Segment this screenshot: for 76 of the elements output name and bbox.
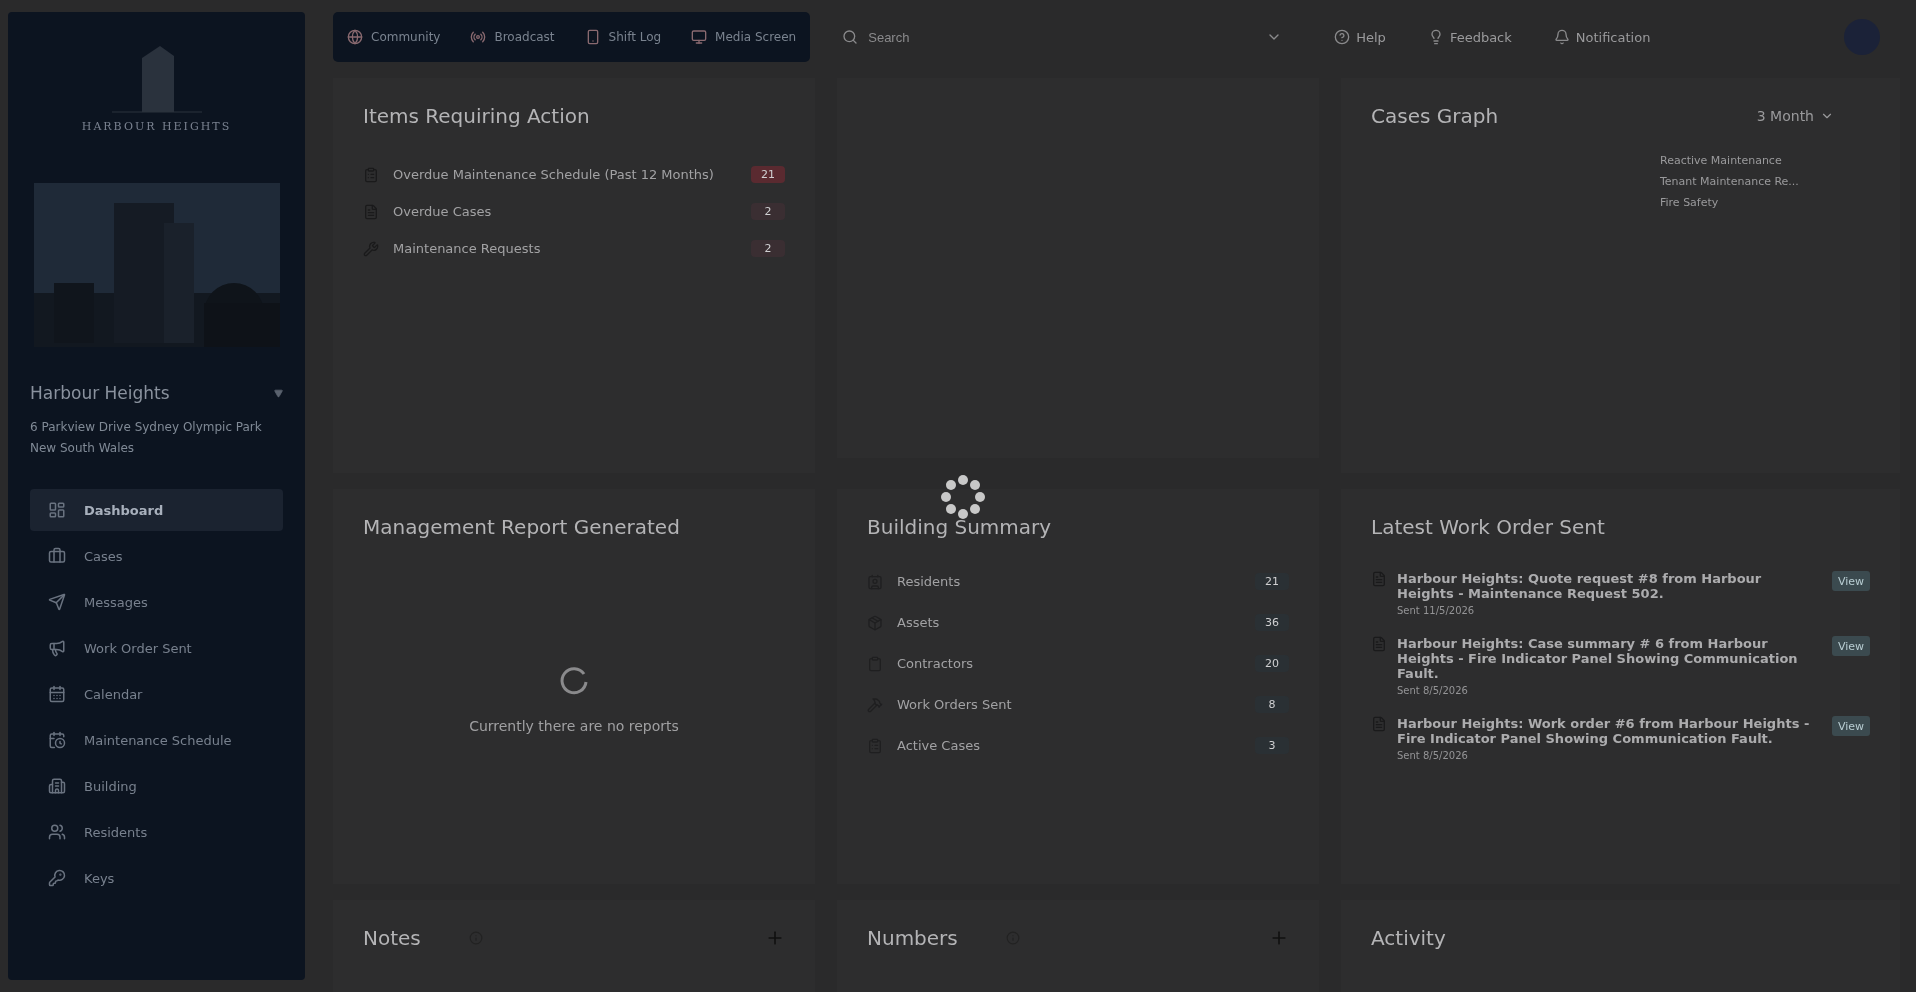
building-icon: [48, 777, 66, 795]
logo-icon: [111, 44, 202, 114]
count-badge: 36: [1255, 614, 1289, 631]
work-order-title[interactable]: Harbour Heights: Quote request #8 from Harbour Heights - Maintenance Request 502.: [1397, 571, 1822, 601]
count-badge: 8: [1255, 696, 1289, 713]
dropdown-icon[interactable]: [274, 388, 283, 398]
action-item[interactable]: Overdue Maintenance Schedule (Past 12 Months): [393, 167, 737, 182]
card-title: Cases Graph: [1371, 104, 1499, 128]
card-title: Latest Work Order Sent: [1371, 515, 1606, 539]
sidebar-item[interactable]: Building: [30, 765, 283, 807]
search-field[interactable]: Search: [866, 28, 1259, 46]
work-order-date: Sent 8/5/2026: [1397, 685, 1469, 696]
empty-message: Currently there are no reports: [469, 717, 679, 734]
count-badge: 2: [751, 240, 785, 257]
dashboard-icon: [48, 501, 66, 519]
megaphone-icon: [48, 639, 66, 657]
building-address: 6 Parkview Drive Sydney Olympic Park New South Wales: [30, 419, 263, 457]
card-title: Numbers: [867, 926, 958, 950]
period-dropdown[interactable]: 3 Month: [1750, 107, 1840, 125]
sidebar-item[interactable]: Dashboard: [30, 489, 283, 531]
card-title: Notes: [363, 926, 421, 950]
logo-text: HARBOUR HEIGHTS: [81, 120, 232, 133]
top-nav-link[interactable]: Shift Log: [608, 30, 662, 44]
users-icon: [48, 823, 66, 841]
header-link[interactable]: Feedback: [1449, 29, 1512, 45]
card-title: Items Requiring Action: [363, 104, 591, 128]
top-nav-link[interactable]: Broadcast: [494, 30, 555, 44]
count-badge: 20: [1255, 655, 1289, 672]
legend-item: Tenant Maintenance Re...: [1660, 175, 1800, 188]
view-button[interactable]: View: [1831, 716, 1870, 736]
count-badge: 3: [1255, 737, 1289, 754]
top-nav-link[interactable]: Media Screen: [715, 30, 797, 44]
work-order-title[interactable]: Harbour Heights: Case summary # 6 from Harbour Heights - Fire Indicator Panel Showing Communication Fault.: [1397, 636, 1822, 681]
summary-item[interactable]: Contractors: [897, 656, 1241, 671]
schedule-icon: [48, 731, 66, 749]
briefcase-icon: [48, 547, 66, 565]
count-badge: 21: [751, 166, 785, 183]
top-nav-link[interactable]: Community: [371, 30, 441, 44]
legend-item: Reactive Maintenance: [1660, 154, 1783, 167]
summary-item[interactable]: Work Orders Sent: [897, 697, 1241, 712]
card-title: Activity: [1371, 926, 1447, 950]
summary-item[interactable]: Residents: [897, 574, 1241, 589]
help-icon: [1334, 29, 1351, 45]
view-button[interactable]: View: [1831, 636, 1870, 656]
search-icon: [842, 29, 859, 45]
calendar-icon: [48, 685, 66, 703]
action-item[interactable]: Overdue Cases: [393, 204, 737, 219]
sidebar-item[interactable]: Maintenance Schedule: [30, 719, 283, 761]
action-item[interactable]: Maintenance Requests: [393, 241, 737, 256]
count-badge: 21: [1255, 573, 1289, 590]
header-link[interactable]: Help: [1356, 29, 1386, 45]
sidebar-item[interactable]: Keys: [30, 857, 283, 899]
sidebar-item[interactable]: Calendar: [30, 673, 283, 715]
work-order-date: Sent 8/5/2026: [1397, 750, 1469, 761]
legend-item: Fire Safety: [1660, 196, 1720, 209]
globe-icon: [347, 29, 363, 45]
loading-spinner-icon: [940, 474, 986, 520]
summary-item[interactable]: Assets: [897, 615, 1241, 630]
bell-icon: [1553, 29, 1570, 45]
key-icon: [48, 869, 66, 887]
card-title: Building Summary: [867, 515, 1053, 539]
send-icon: [48, 593, 66, 611]
sidebar-item[interactable]: Messages: [30, 581, 283, 623]
card-title: Management Report Generated: [363, 515, 681, 539]
monitor-icon: [691, 29, 708, 45]
sidebar-item[interactable]: Residents: [30, 811, 283, 853]
count-badge: 2: [751, 203, 785, 220]
work-order-date: Sent 11/5/2026: [1397, 605, 1476, 616]
work-order-title[interactable]: Harbour Heights: Work order #6 from Harbour Heights - Fire Indicator Panel Showing Communication Fault.: [1397, 716, 1822, 746]
building-name[interactable]: Harbour Heights: [30, 383, 170, 403]
summary-item[interactable]: Active Cases: [897, 738, 1241, 753]
sidebar-item[interactable]: Cases: [30, 535, 283, 577]
broadcast-icon: [470, 29, 487, 45]
header-link[interactable]: Notification: [1575, 29, 1651, 45]
sidebar-item[interactable]: Work Order Sent: [30, 627, 283, 669]
view-button[interactable]: View: [1831, 571, 1870, 591]
